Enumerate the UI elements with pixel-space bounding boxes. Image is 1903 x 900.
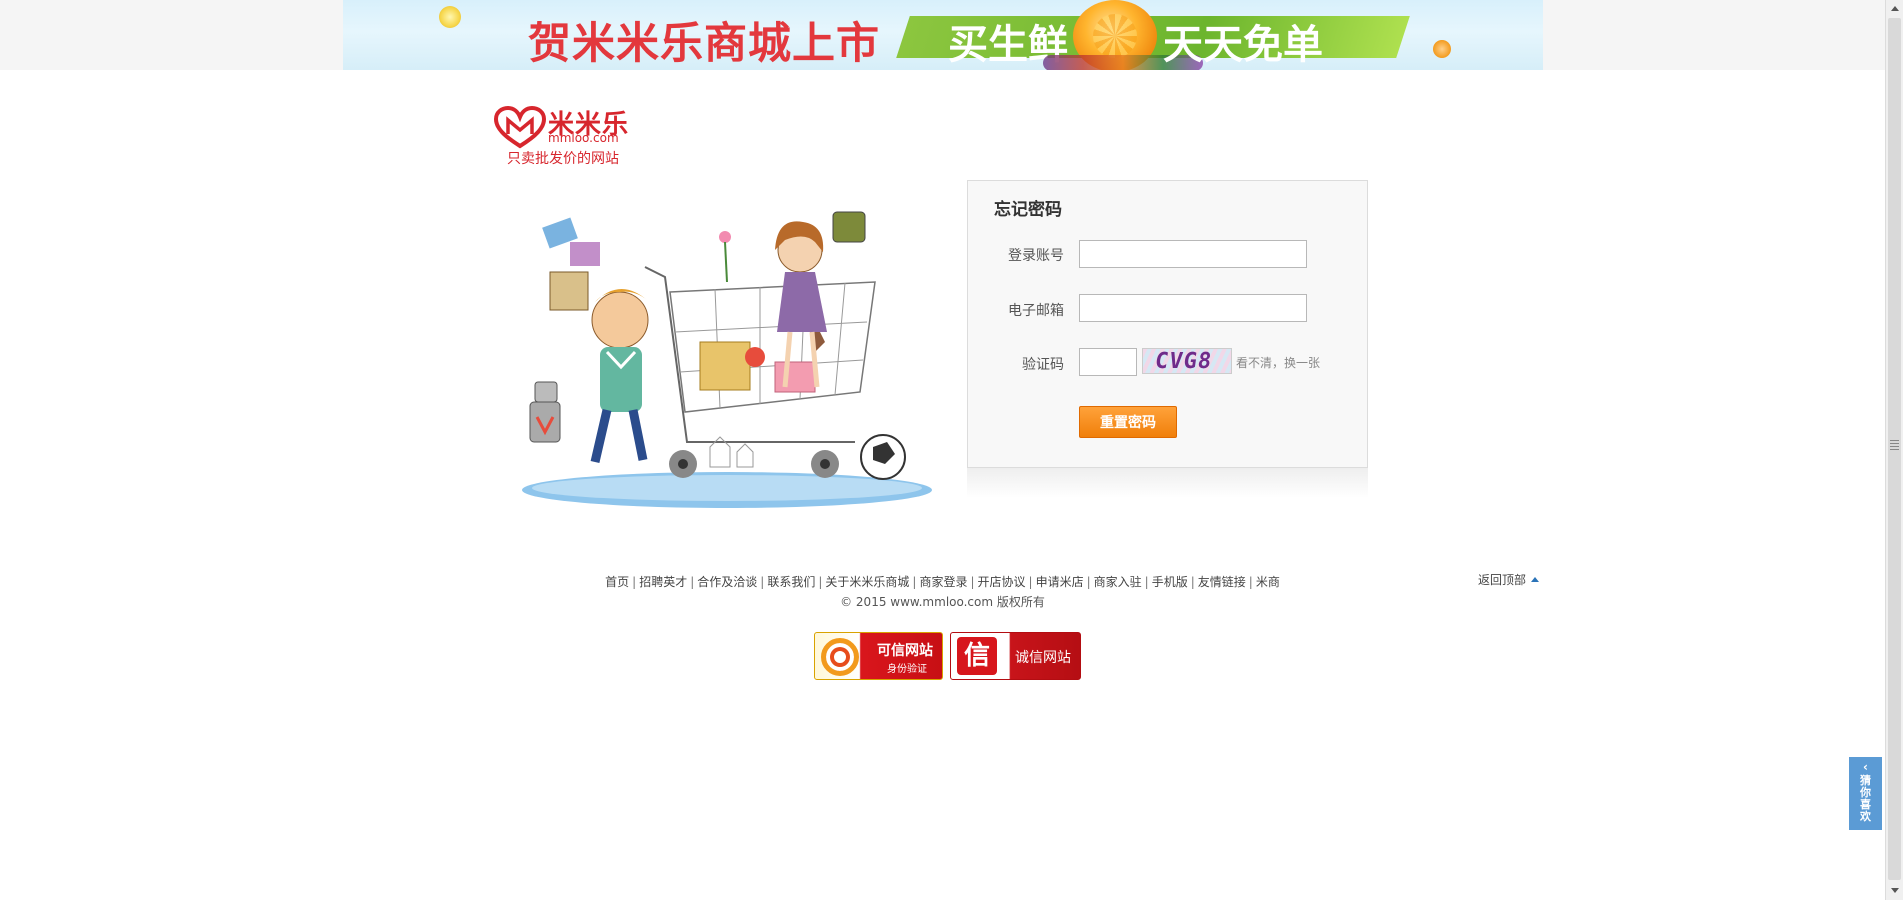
footer-separator: | xyxy=(1144,575,1149,589)
email-label: 电子邮箱 xyxy=(1008,303,1064,319)
captcha-text: CVG8 xyxy=(1153,349,1214,374)
footer-link[interactable]: 开店协议 xyxy=(978,575,1026,589)
footer-link[interactable]: 友情链接 xyxy=(1198,575,1246,589)
banner-slogan-right: 天天免单 xyxy=(1163,22,1323,68)
heart-m-icon xyxy=(494,106,546,149)
footer-link[interactable]: 手机版 xyxy=(1152,575,1188,589)
chevron-left-icon: ‹ xyxy=(1863,760,1868,774)
footer-link[interactable]: 商家登录 xyxy=(919,575,967,589)
shopping-cart-illustration xyxy=(522,211,932,508)
xin-seal-icon: 信 xyxy=(957,637,997,675)
caret-up-icon xyxy=(1531,577,1540,582)
footer-separator: | xyxy=(912,575,917,589)
footer-separator: | xyxy=(760,575,765,589)
badge1-subtitle: 身份验证 xyxy=(887,664,927,675)
back-to-top-link[interactable]: 返回顶部 xyxy=(1478,571,1540,588)
lemon-decoration xyxy=(439,6,461,28)
footer-separator: | xyxy=(690,575,695,589)
footer-link[interactable]: 关于米米乐商城 xyxy=(825,575,909,589)
footer-link[interactable]: 米商 xyxy=(1256,575,1280,589)
captcha-input[interactable] xyxy=(1079,348,1137,376)
panel-shadow xyxy=(967,468,1368,498)
integrity-site-badge[interactable]: 信 诚信网站 xyxy=(950,632,1081,680)
logo-slogan: 只卖批发价的网站 xyxy=(507,151,619,167)
footer-link[interactable]: 商家入驻 xyxy=(1094,575,1142,589)
footer-separator: | xyxy=(632,575,637,589)
reset-password-panel: 忘记密码 登录账号 电子邮箱 验证码 CVG8 看不清，换一张 重置密码 xyxy=(967,180,1368,468)
site-logo[interactable]: 米米乐 mmloo.com 只卖批发价的网站 xyxy=(494,104,644,167)
promo-banner[interactable]: 贺米米乐商城上市 买生鲜 天天免单 xyxy=(343,0,1543,70)
form-title: 忘记密码 xyxy=(994,200,1062,220)
footer-link[interactable]: 合作及洽谈 xyxy=(697,575,757,589)
side-tab-label: 猜你喜欢 xyxy=(1860,774,1871,823)
badge2-title: 诚信网站 xyxy=(1015,650,1071,666)
footer-separator: | xyxy=(1190,575,1195,589)
email-input[interactable] xyxy=(1079,294,1307,322)
banner-title: 贺米米乐商城上市 xyxy=(528,19,880,69)
shield-ring-icon xyxy=(821,638,859,676)
captcha-label: 验证码 xyxy=(1022,357,1064,373)
footer-links: 首页 | 招聘英才 | 合作及洽谈 | 联系我们 | 关于米米乐商城 | 商家登录 | 开店协议 | 申请米… xyxy=(0,573,1885,590)
scroll-grip-icon xyxy=(1890,440,1899,450)
vertical-scrollbar[interactable] xyxy=(1885,0,1903,900)
account-input[interactable] xyxy=(1079,240,1307,268)
footer-separator: | xyxy=(1086,575,1091,589)
logo-domain: mmloo.com xyxy=(548,131,619,145)
captcha-image[interactable]: CVG8 xyxy=(1142,348,1232,374)
footer-separator: | xyxy=(1248,575,1253,589)
reset-password-button[interactable]: 重置密码 xyxy=(1079,406,1177,438)
scroll-down-arrow-icon[interactable] xyxy=(1891,888,1899,893)
back-to-top-label: 返回顶部 xyxy=(1478,573,1527,587)
badge1-title: 可信网站 xyxy=(877,643,933,659)
footer-link[interactable]: 申请米店 xyxy=(1036,575,1084,589)
footer-separator: | xyxy=(818,575,823,589)
footer-link[interactable]: 联系我们 xyxy=(767,575,815,589)
footer-separator: | xyxy=(1028,575,1033,589)
footer-separator: | xyxy=(970,575,975,589)
scroll-up-arrow-icon[interactable] xyxy=(1891,6,1899,11)
orange-decoration xyxy=(1433,40,1451,58)
guess-you-like-tab[interactable]: ‹ 猜你喜欢 xyxy=(1849,757,1882,830)
top-banner-area: 贺米米乐商城上市 买生鲜 天天免单 xyxy=(0,0,1885,70)
account-label: 登录账号 xyxy=(1008,248,1064,264)
footer-link[interactable]: 招聘英才 xyxy=(639,575,687,589)
refresh-captcha-link[interactable]: 看不清，换一张 xyxy=(1236,354,1320,371)
copyright-text: © 2015 www.mmloo.com 版权所有 xyxy=(840,595,1045,609)
footer-link[interactable]: 首页 xyxy=(605,575,629,589)
trusted-site-badge[interactable]: 可信网站 身份验证 xyxy=(814,632,943,680)
